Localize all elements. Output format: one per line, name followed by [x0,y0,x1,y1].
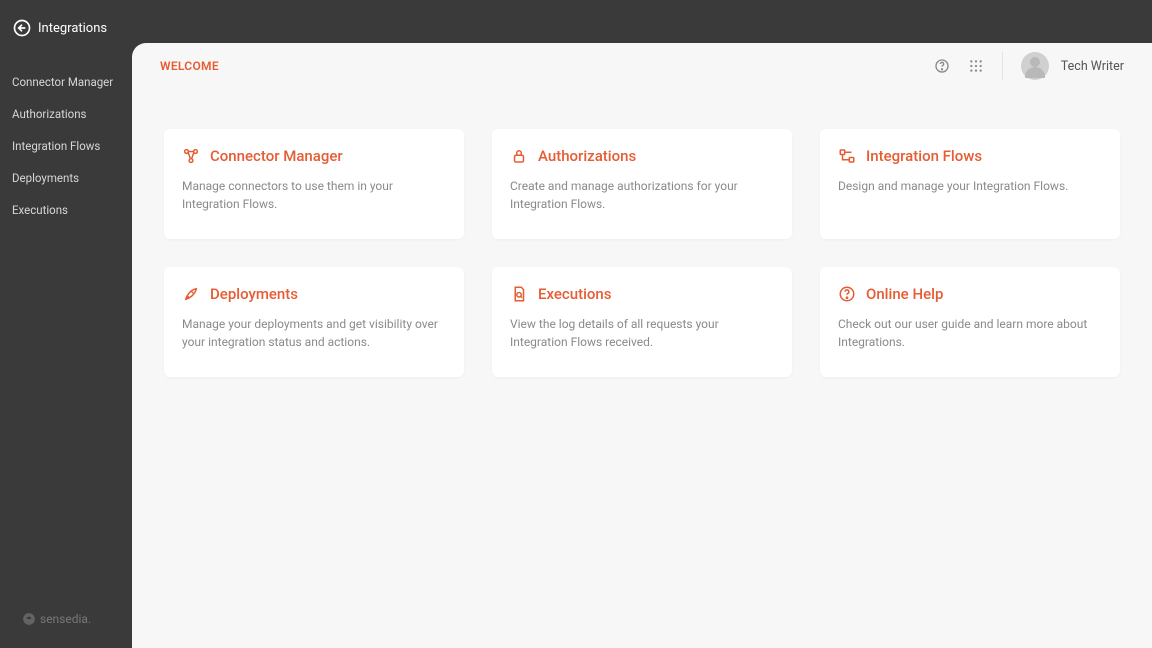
cards-grid: Connector Manager Manage connectors to u… [132,89,1152,417]
card-desc: Manage your deployments and get visibili… [182,315,446,351]
topbar-actions: Tech Writer [934,52,1124,80]
rocket-icon [182,285,200,303]
document-search-icon [510,285,528,303]
card-desc: Create and manage authorizations for you… [510,177,774,213]
lock-icon [510,147,528,165]
sidebar-item-authorizations[interactable]: Authorizations [0,98,132,130]
user-menu[interactable]: Tech Writer [1021,52,1124,80]
card-deployments[interactable]: Deployments Manage your deployments and … [164,267,464,377]
card-connector-manager[interactable]: Connector Manager Manage connectors to u… [164,129,464,239]
card-integration-flows[interactable]: Integration Flows Design and manage your… [820,129,1120,239]
card-title: Deployments [210,285,298,303]
apps-grid-icon[interactable] [968,58,984,74]
sidebar-item-integration-flows[interactable]: Integration Flows [0,130,132,162]
sidebar-item-executions[interactable]: Executions [0,194,132,226]
flow-icon [838,147,856,165]
card-desc: Design and manage your Integration Flows… [838,177,1102,195]
card-title: Integration Flows [866,147,982,165]
card-executions[interactable]: Executions View the log details of all r… [492,267,792,377]
sidebar: Integrations Connector Manager Authoriza… [0,0,132,648]
card-desc: Check out our user guide and learn more … [838,315,1102,351]
topbar-divider [1002,52,1003,80]
user-name: Tech Writer [1061,59,1124,74]
connector-icon [182,147,200,165]
topbar: WELCOME Tech Writer [132,43,1152,89]
footer-brand-text: sensedia. [40,612,91,626]
help-icon[interactable] [934,58,950,74]
footer-brand: sensedia. [22,612,91,626]
card-title: Executions [538,285,611,303]
page-title: WELCOME [160,59,219,73]
card-desc: Manage connectors to use them in your In… [182,177,446,213]
card-title: Online Help [866,285,943,303]
card-title: Connector Manager [210,147,343,165]
integrations-logo-icon [12,18,32,38]
sidebar-item-deployments[interactable]: Deployments [0,162,132,194]
avatar [1021,52,1049,80]
main-panel: WELCOME Tech Writer [132,43,1152,648]
card-desc: View the log details of all requests you… [510,315,774,351]
help-circle-icon [838,285,856,303]
card-online-help[interactable]: Online Help Check out our user guide and… [820,267,1120,377]
card-title: Authorizations [538,147,636,165]
sensedia-logo-icon [22,612,36,626]
card-authorizations[interactable]: Authorizations Create and manage authori… [492,129,792,239]
brand[interactable]: Integrations [0,18,132,38]
brand-name: Integrations [38,21,107,36]
sidebar-item-connector-manager[interactable]: Connector Manager [0,66,132,98]
